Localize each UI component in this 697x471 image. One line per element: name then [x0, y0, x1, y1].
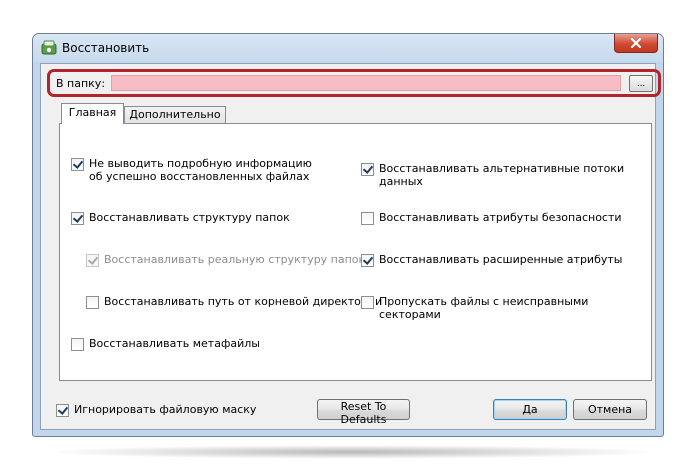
restore-dialog: Восстановить В папку: ... Главная Дополн…	[32, 33, 664, 437]
browse-button[interactable]: ...	[629, 75, 653, 92]
tab-advanced[interactable]: Дополнительно	[124, 106, 226, 124]
option-restore-alt-streams[interactable]: Восстанавливать альтернативные потоки да…	[361, 162, 651, 188]
option-skip-bad-sectors[interactable]: Пропускать файлы с неисправными секторам…	[361, 295, 651, 321]
checkbox-restore-root-path[interactable]	[86, 296, 99, 309]
option-restore-root-path[interactable]: Восстанавливать путь от корневой директо…	[86, 295, 382, 309]
option-label: Восстанавливать путь от корневой директо…	[104, 295, 383, 308]
checkbox-restore-real-structure	[86, 254, 99, 267]
option-label: Не выводить подробную информацию об успе…	[89, 157, 312, 183]
app-icon	[41, 40, 57, 55]
folder-input[interactable]	[111, 75, 621, 91]
title-bar[interactable]: Восстановить	[33, 34, 663, 62]
window-shadow	[42, 445, 662, 459]
option-restore-extended-attrs[interactable]: Восстанавливать расширенные атрибуты	[361, 253, 622, 267]
checkbox-restore-metafiles[interactable]	[71, 338, 84, 351]
option-restore-folder-structure[interactable]: Восстанавливать структуру папок	[71, 211, 290, 225]
dialog-client-area: В папку: ... Главная Дополнительно Не вы…	[40, 63, 661, 430]
option-label: Восстанавливать атрибуты безопасности	[379, 211, 622, 224]
checkbox-no-verbose[interactable]	[71, 158, 84, 171]
tab-main[interactable]: Главная	[61, 103, 124, 124]
ok-button[interactable]: Да	[493, 399, 567, 420]
tab-panel-main: Не выводить подробную информацию об успе…	[59, 123, 652, 381]
checkbox-ignore-file-mask[interactable]	[56, 404, 69, 417]
window-title: Восстановить	[62, 41, 150, 55]
checkbox-restore-extended-attrs[interactable]	[361, 254, 374, 267]
checkbox-restore-security-attrs[interactable]	[361, 212, 374, 225]
option-label: Восстанавливать расширенные атрибуты	[379, 253, 623, 266]
option-restore-security-attrs[interactable]: Восстанавливать атрибуты безопасности	[361, 211, 622, 225]
close-icon	[630, 38, 642, 48]
checkbox-restore-alt-streams[interactable]	[361, 163, 374, 176]
close-button[interactable]	[614, 34, 658, 53]
option-label: Восстанавливать альтернативные потоки да…	[379, 162, 625, 188]
reset-defaults-button[interactable]: Reset To Defaults	[317, 399, 410, 426]
option-restore-metafiles[interactable]: Восстанавливать метафайлы	[71, 337, 260, 351]
option-ignore-file-mask[interactable]: Игнорировать файловую маску	[56, 403, 256, 417]
option-label: Восстанавливать реальную структуру папок	[104, 253, 366, 266]
option-label: Восстанавливать структуру папок	[89, 211, 290, 224]
option-label: Игнорировать файловую маску	[74, 403, 257, 416]
cancel-button[interactable]: Отмена	[573, 399, 647, 420]
option-restore-real-structure: Восстанавливать реальную структуру папок	[86, 253, 365, 267]
option-label: Пропускать файлы с неисправными секторам…	[379, 295, 589, 321]
folder-label: В папку:	[56, 77, 106, 90]
checkbox-restore-folder-structure[interactable]	[71, 212, 84, 225]
option-label: Восстанавливать метафайлы	[89, 337, 260, 350]
option-no-verbose[interactable]: Не выводить подробную информацию об успе…	[71, 157, 312, 183]
checkbox-skip-bad-sectors[interactable]	[361, 296, 374, 309]
